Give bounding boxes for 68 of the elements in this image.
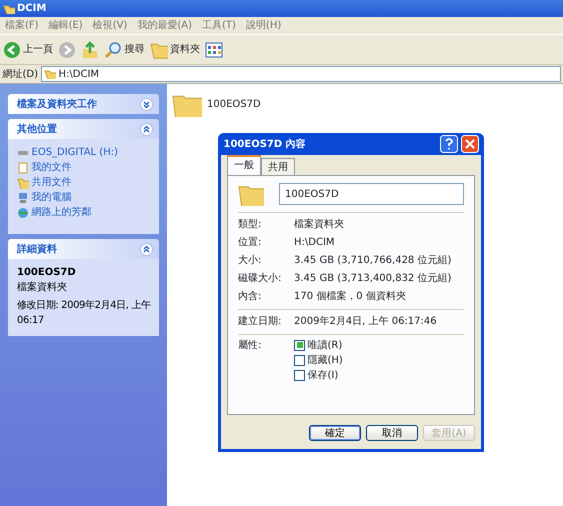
dialog-title: 100EOS7D 內容 [224,137,306,152]
sidebar-link[interactable]: 我的文件 [17,160,154,175]
folder-item[interactable]: 100EOS7D [172,89,261,119]
toolbar-label: 資料夾 [170,42,200,57]
checkbox[interactable] [294,340,305,350]
property-label: 內含: [238,290,262,304]
property-value: 檔案資料夾 [294,218,344,232]
tab[interactable]: 一般 [227,155,261,176]
property-label: 磁碟大小: [238,272,282,286]
menu-item[interactable]: 工具(T) [197,18,241,33]
property-value: 170 個檔案，0 個資料夾 [294,290,406,304]
menu-item[interactable]: 我的最愛(A) [132,18,197,33]
dialog-button[interactable]: 確定 [309,425,361,441]
views-icon [205,40,223,58]
folder-icon [2,4,14,14]
address-label: 網址(D) [2,68,38,82]
sidebar-link[interactable]: 我的電腦 [17,190,154,205]
property-value: 3.45 GB (3,710,766,428 位元組) [294,254,452,268]
menu-item[interactable]: 說明(H) [240,18,286,33]
pane-header[interactable]: 詳細資料 [8,239,159,259]
dialog-button[interactable]: 取消 [366,425,418,441]
checkbox-option[interactable]: 保存(I) [294,368,343,382]
folder-up-icon [81,40,99,58]
detail-type: 檔案資料夾 [17,280,68,295]
computer-icon [17,192,29,204]
toolbar-label: 上一頁 [23,42,53,57]
checkbox-option[interactable]: 唯讀(R) [294,338,343,352]
expand-chevron-icon[interactable] [140,98,153,110]
property-value: 2009年2月4日, 上午 06:17:46 [294,314,437,329]
property-label: 屬性: [238,338,262,352]
address-field[interactable]: H:\DCIM [40,66,560,82]
checkbox-option[interactable]: 隱藏(H) [294,352,343,368]
close-button[interactable] [460,135,478,153]
window-title: DCIM [17,2,46,16]
menu-item[interactable]: 檢視(V) [88,18,132,33]
menu-item[interactable]: 編輯(E) [44,18,88,33]
toolbar-button[interactable]: 資料夾 [150,40,200,58]
menu-item[interactable]: 檔案(F) [0,18,44,33]
property-value: H:\DCIM [294,236,335,250]
property-label: 類型: [238,218,262,232]
toolbar-button[interactable]: 搜尋 [104,40,144,58]
sidebar-link[interactable]: EOS_DIGITAL (H:) [17,145,154,160]
document-icon [17,162,29,174]
help-button[interactable] [440,135,458,153]
toolbar-button[interactable]: 上一頁 [2,40,53,58]
property-label: 大小: [238,254,262,268]
pane-header[interactable]: 檔案及資料夾工作 [8,94,159,114]
name-field[interactable]: 100EOS7D [279,183,464,205]
property-label: 建立日期: [238,314,282,329]
collapse-chevron-icon[interactable] [140,242,153,256]
globe-icon [17,206,29,218]
checkbox[interactable] [294,354,305,366]
tab[interactable]: 共用 [261,158,295,176]
toolbar-label: 搜尋 [124,42,144,57]
folder-icon [150,40,168,58]
search-icon [104,40,122,58]
detail-modified: 修改日期: 2009年2月4日, 上午 06:17 [17,298,152,328]
pane-header[interactable]: 其他位置 [8,119,159,139]
folder-icon [44,69,56,79]
folder-icon [17,176,29,188]
property-value: 3.45 GB (3,713,400,832 位元組) [294,272,452,286]
checkbox[interactable] [294,370,305,380]
detail-name: 100EOS7D [17,266,77,280]
sidebar-link[interactable]: 共用文件 [17,175,154,190]
property-label: 位置: [238,236,262,250]
sidebar-link[interactable]: 網路上的芳鄰 [17,205,154,220]
collapse-chevron-icon[interactable] [140,122,153,136]
toolbar-button[interactable] [205,40,223,58]
